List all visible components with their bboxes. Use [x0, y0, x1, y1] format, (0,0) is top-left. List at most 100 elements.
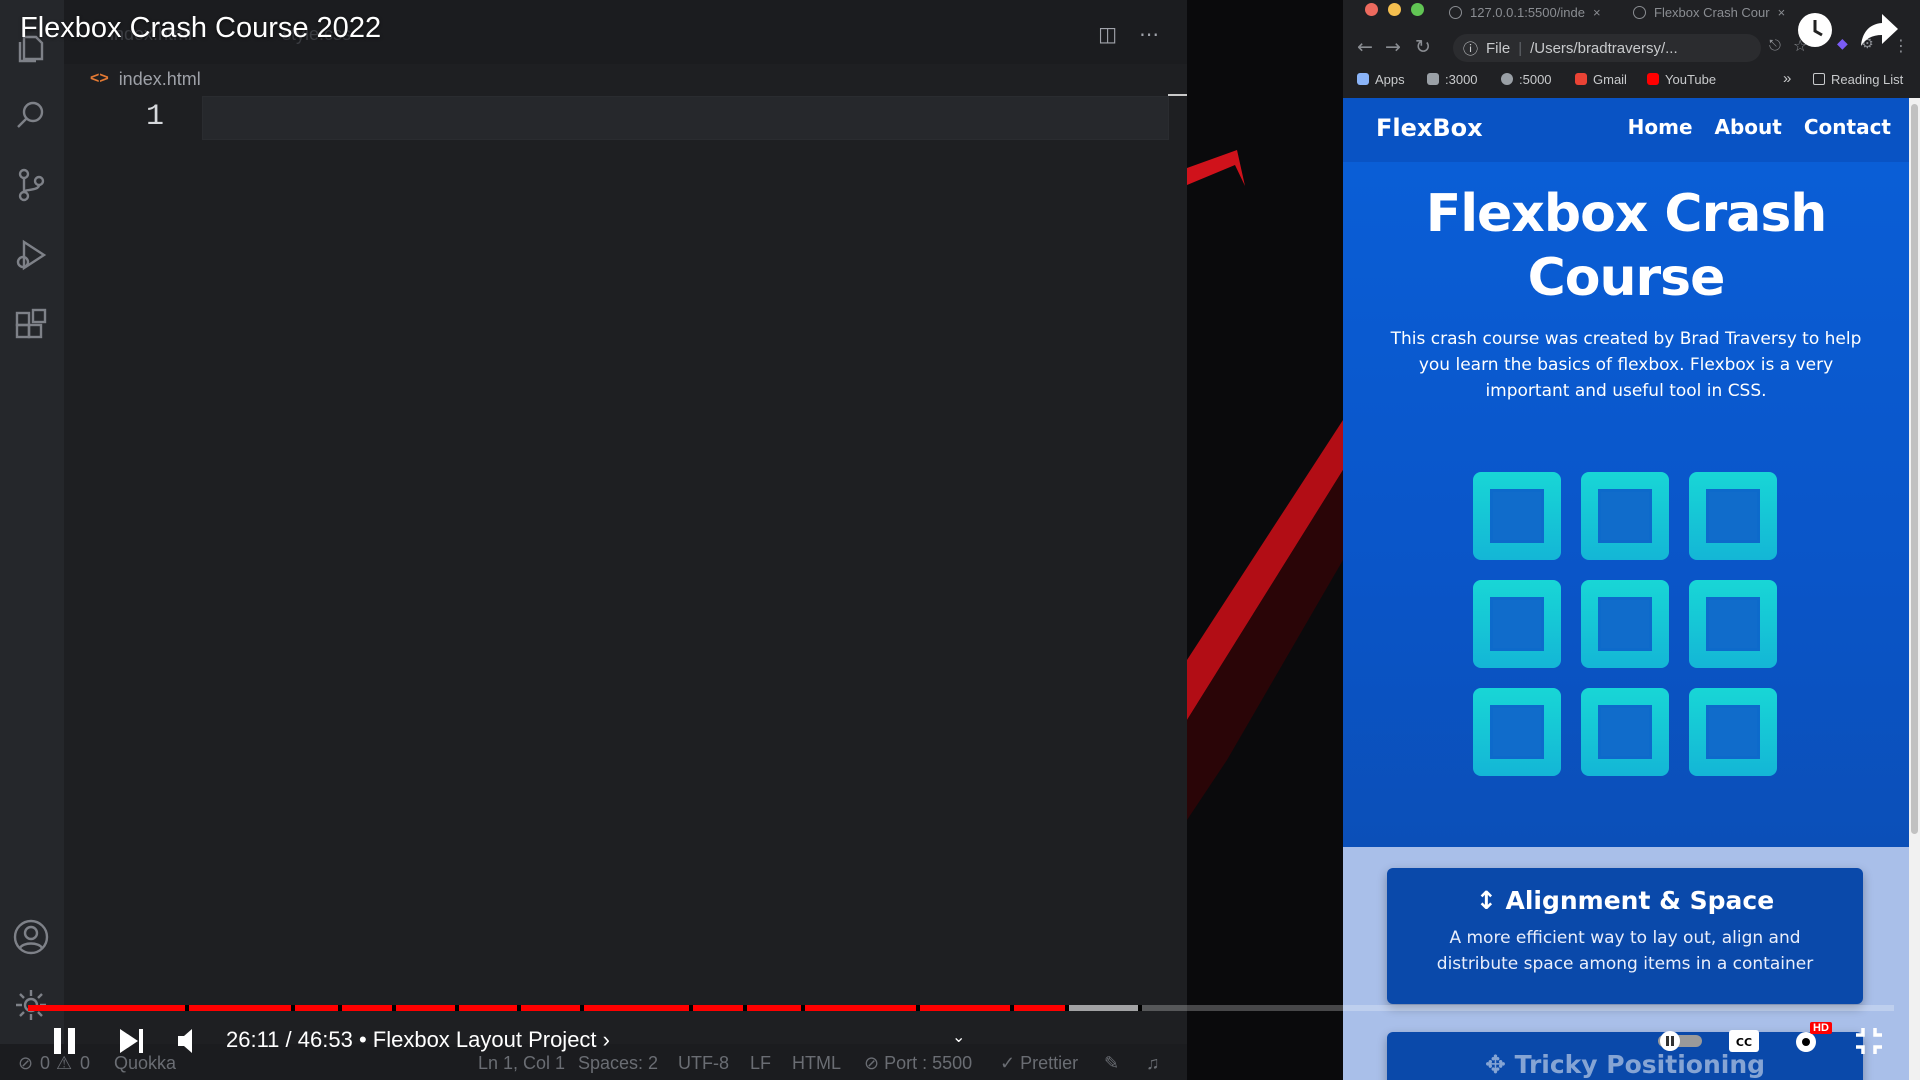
- editor-tab-actions: ◫ ⋯: [1098, 22, 1159, 46]
- chapter-marker: [580, 1005, 585, 1011]
- chapter-marker: [184, 1005, 189, 1011]
- chapter-marker: [742, 1005, 747, 1011]
- site-logo[interactable]: FlexBox: [1376, 114, 1483, 142]
- bookmark-3000[interactable]: :3000: [1427, 72, 1478, 87]
- editor-scroll-marker: [1168, 94, 1187, 96]
- watch-later-icon[interactable]: [1798, 13, 1832, 47]
- chapter-title[interactable]: Flexbox Layout Project: [373, 1027, 597, 1052]
- bookmark-apps[interactable]: Apps: [1357, 72, 1405, 87]
- autoplay-toggle[interactable]: [1656, 1029, 1706, 1057]
- address-bar[interactable]: ⓘ File | /Users/bradtraversy/...: [1453, 34, 1761, 62]
- close-window-button[interactable]: [1365, 3, 1378, 16]
- browser-tab-title: 127.0.0.1:5500/inde: [1470, 4, 1585, 20]
- browser-tab-localhost[interactable]: 127.0.0.1:5500/inde ×: [1449, 0, 1601, 24]
- more-actions-icon[interactable]: ⋯: [1139, 22, 1159, 46]
- address-scheme: File: [1486, 39, 1511, 57]
- browser-toolbar: ← → ↻ ⓘ File | /Users/bradtraversy/... ⎋…: [1343, 30, 1920, 66]
- page-icon: [1427, 73, 1439, 85]
- bookmark-youtube[interactable]: YouTube: [1647, 72, 1716, 87]
- vscode-window: index.html style.css ◫ ⋯ <> index.html 1…: [0, 0, 1187, 1080]
- reading-list[interactable]: Reading List: [1813, 72, 1903, 87]
- video-title[interactable]: Flexbox Crash Course 2022: [20, 12, 381, 45]
- chevron-down-icon[interactable]: ⌄: [952, 1027, 965, 1046]
- chevron-right-icon[interactable]: ›: [603, 1027, 610, 1052]
- account-icon[interactable]: [10, 916, 52, 958]
- extension-icon[interactable]: ◆: [1837, 36, 1848, 52]
- bookmark-label: Apps: [1375, 72, 1405, 87]
- extensions-icon[interactable]: [10, 304, 52, 346]
- grid-box: [1473, 688, 1561, 776]
- globe-icon: [1501, 73, 1513, 85]
- current-time: 26:11: [226, 1027, 280, 1052]
- grid-box: [1473, 472, 1561, 560]
- grid-box: [1473, 580, 1561, 668]
- hero-section: Flexbox Crash Course This crash course w…: [1343, 162, 1909, 847]
- info-icon[interactable]: ⓘ: [1463, 38, 1478, 59]
- chapter-marker: [337, 1005, 342, 1011]
- chapter-marker: [291, 1005, 296, 1011]
- apps-grid-icon: [1357, 73, 1369, 85]
- nav-about-link[interactable]: About: [1715, 115, 1782, 139]
- nav-home-link[interactable]: Home: [1628, 115, 1693, 139]
- captions-button[interactable]: CC: [1728, 1028, 1760, 1058]
- share-page-icon[interactable]: ⎋: [1769, 36, 1781, 54]
- back-icon[interactable]: ←: [1357, 36, 1373, 58]
- pause-button[interactable]: [52, 1026, 78, 1060]
- search-icon[interactable]: [10, 94, 52, 136]
- chapter-marker: [800, 1005, 805, 1011]
- youtube-icon: [1647, 73, 1659, 85]
- grid-box: [1689, 472, 1777, 560]
- browser-tab-flexbox[interactable]: Flexbox Crash Cour ×: [1633, 0, 1785, 24]
- minimize-window-button[interactable]: [1388, 3, 1401, 16]
- code-editor[interactable]: 1: [64, 96, 1187, 996]
- split-editor-icon[interactable]: ◫: [1098, 22, 1117, 46]
- close-tab-icon[interactable]: ×: [1593, 5, 1601, 20]
- forward-icon[interactable]: →: [1385, 36, 1401, 58]
- exit-fullscreen-icon[interactable]: [1854, 1026, 1884, 1060]
- bookmark-label: Gmail: [1593, 72, 1627, 87]
- flexbox-grid-graphic: [1473, 472, 1779, 778]
- settings-gear-icon[interactable]: HD: [1792, 1022, 1832, 1060]
- chapter-marker: [516, 1005, 521, 1011]
- run-debug-icon[interactable]: [10, 234, 52, 276]
- share-icon[interactable]: [1860, 12, 1900, 48]
- scrollbar-thumb[interactable]: [1911, 104, 1918, 834]
- volume-button[interactable]: [176, 1026, 198, 1060]
- reading-list-icon: [1813, 73, 1825, 85]
- reload-icon[interactable]: ↻: [1415, 36, 1431, 58]
- address-path: /Users/bradtraversy/...: [1530, 39, 1678, 57]
- browser-tab-title: Flexbox Crash Cour: [1654, 4, 1770, 20]
- line-number: 1: [146, 100, 165, 134]
- bookmark-5000[interactable]: :5000: [1501, 72, 1552, 87]
- wallpaper-art: [1187, 150, 1343, 820]
- video-progress-bar[interactable]: [28, 1005, 1894, 1011]
- nav-contact-link[interactable]: Contact: [1804, 115, 1891, 139]
- address-separator: |: [1518, 39, 1523, 57]
- bookmark-label: :3000: [1445, 72, 1478, 87]
- globe-icon: [1449, 5, 1462, 19]
- hero-text: This crash course was created by Brad Tr…: [1390, 329, 1862, 401]
- grid-box: [1581, 688, 1669, 776]
- chapter-marker: [1065, 1005, 1070, 1011]
- clock-icon: [1813, 20, 1823, 37]
- gmail-icon: [1575, 73, 1587, 85]
- bookmark-gmail[interactable]: Gmail: [1575, 72, 1627, 87]
- chapter-marker: [1138, 1005, 1143, 1011]
- time-display: 26:11 / 46:53 • Flexbox Layout Project ›: [226, 1027, 610, 1052]
- more-bookmarks[interactable]: »: [1783, 70, 1791, 87]
- page-scrollbar[interactable]: [1909, 98, 1920, 1080]
- chapter-marker: [1009, 1005, 1014, 1011]
- breadcrumb-file[interactable]: index.html: [119, 69, 201, 90]
- zoom-window-button[interactable]: [1411, 3, 1424, 16]
- site-navbar: FlexBox Home About Contact: [1343, 98, 1909, 162]
- current-line-highlight: [202, 96, 1169, 140]
- svg-text:CC: CC: [1736, 1036, 1752, 1049]
- duration: 46:53: [297, 1027, 353, 1052]
- source-control-icon[interactable]: [10, 164, 52, 206]
- grid-box: [1581, 472, 1669, 560]
- feature-description: A more efficient way to lay out, align a…: [1436, 928, 1814, 974]
- grid-box: [1581, 580, 1669, 668]
- desktop-wallpaper: [1187, 0, 1343, 1080]
- close-tab-icon[interactable]: ×: [1778, 5, 1786, 20]
- next-button[interactable]: [118, 1026, 146, 1060]
